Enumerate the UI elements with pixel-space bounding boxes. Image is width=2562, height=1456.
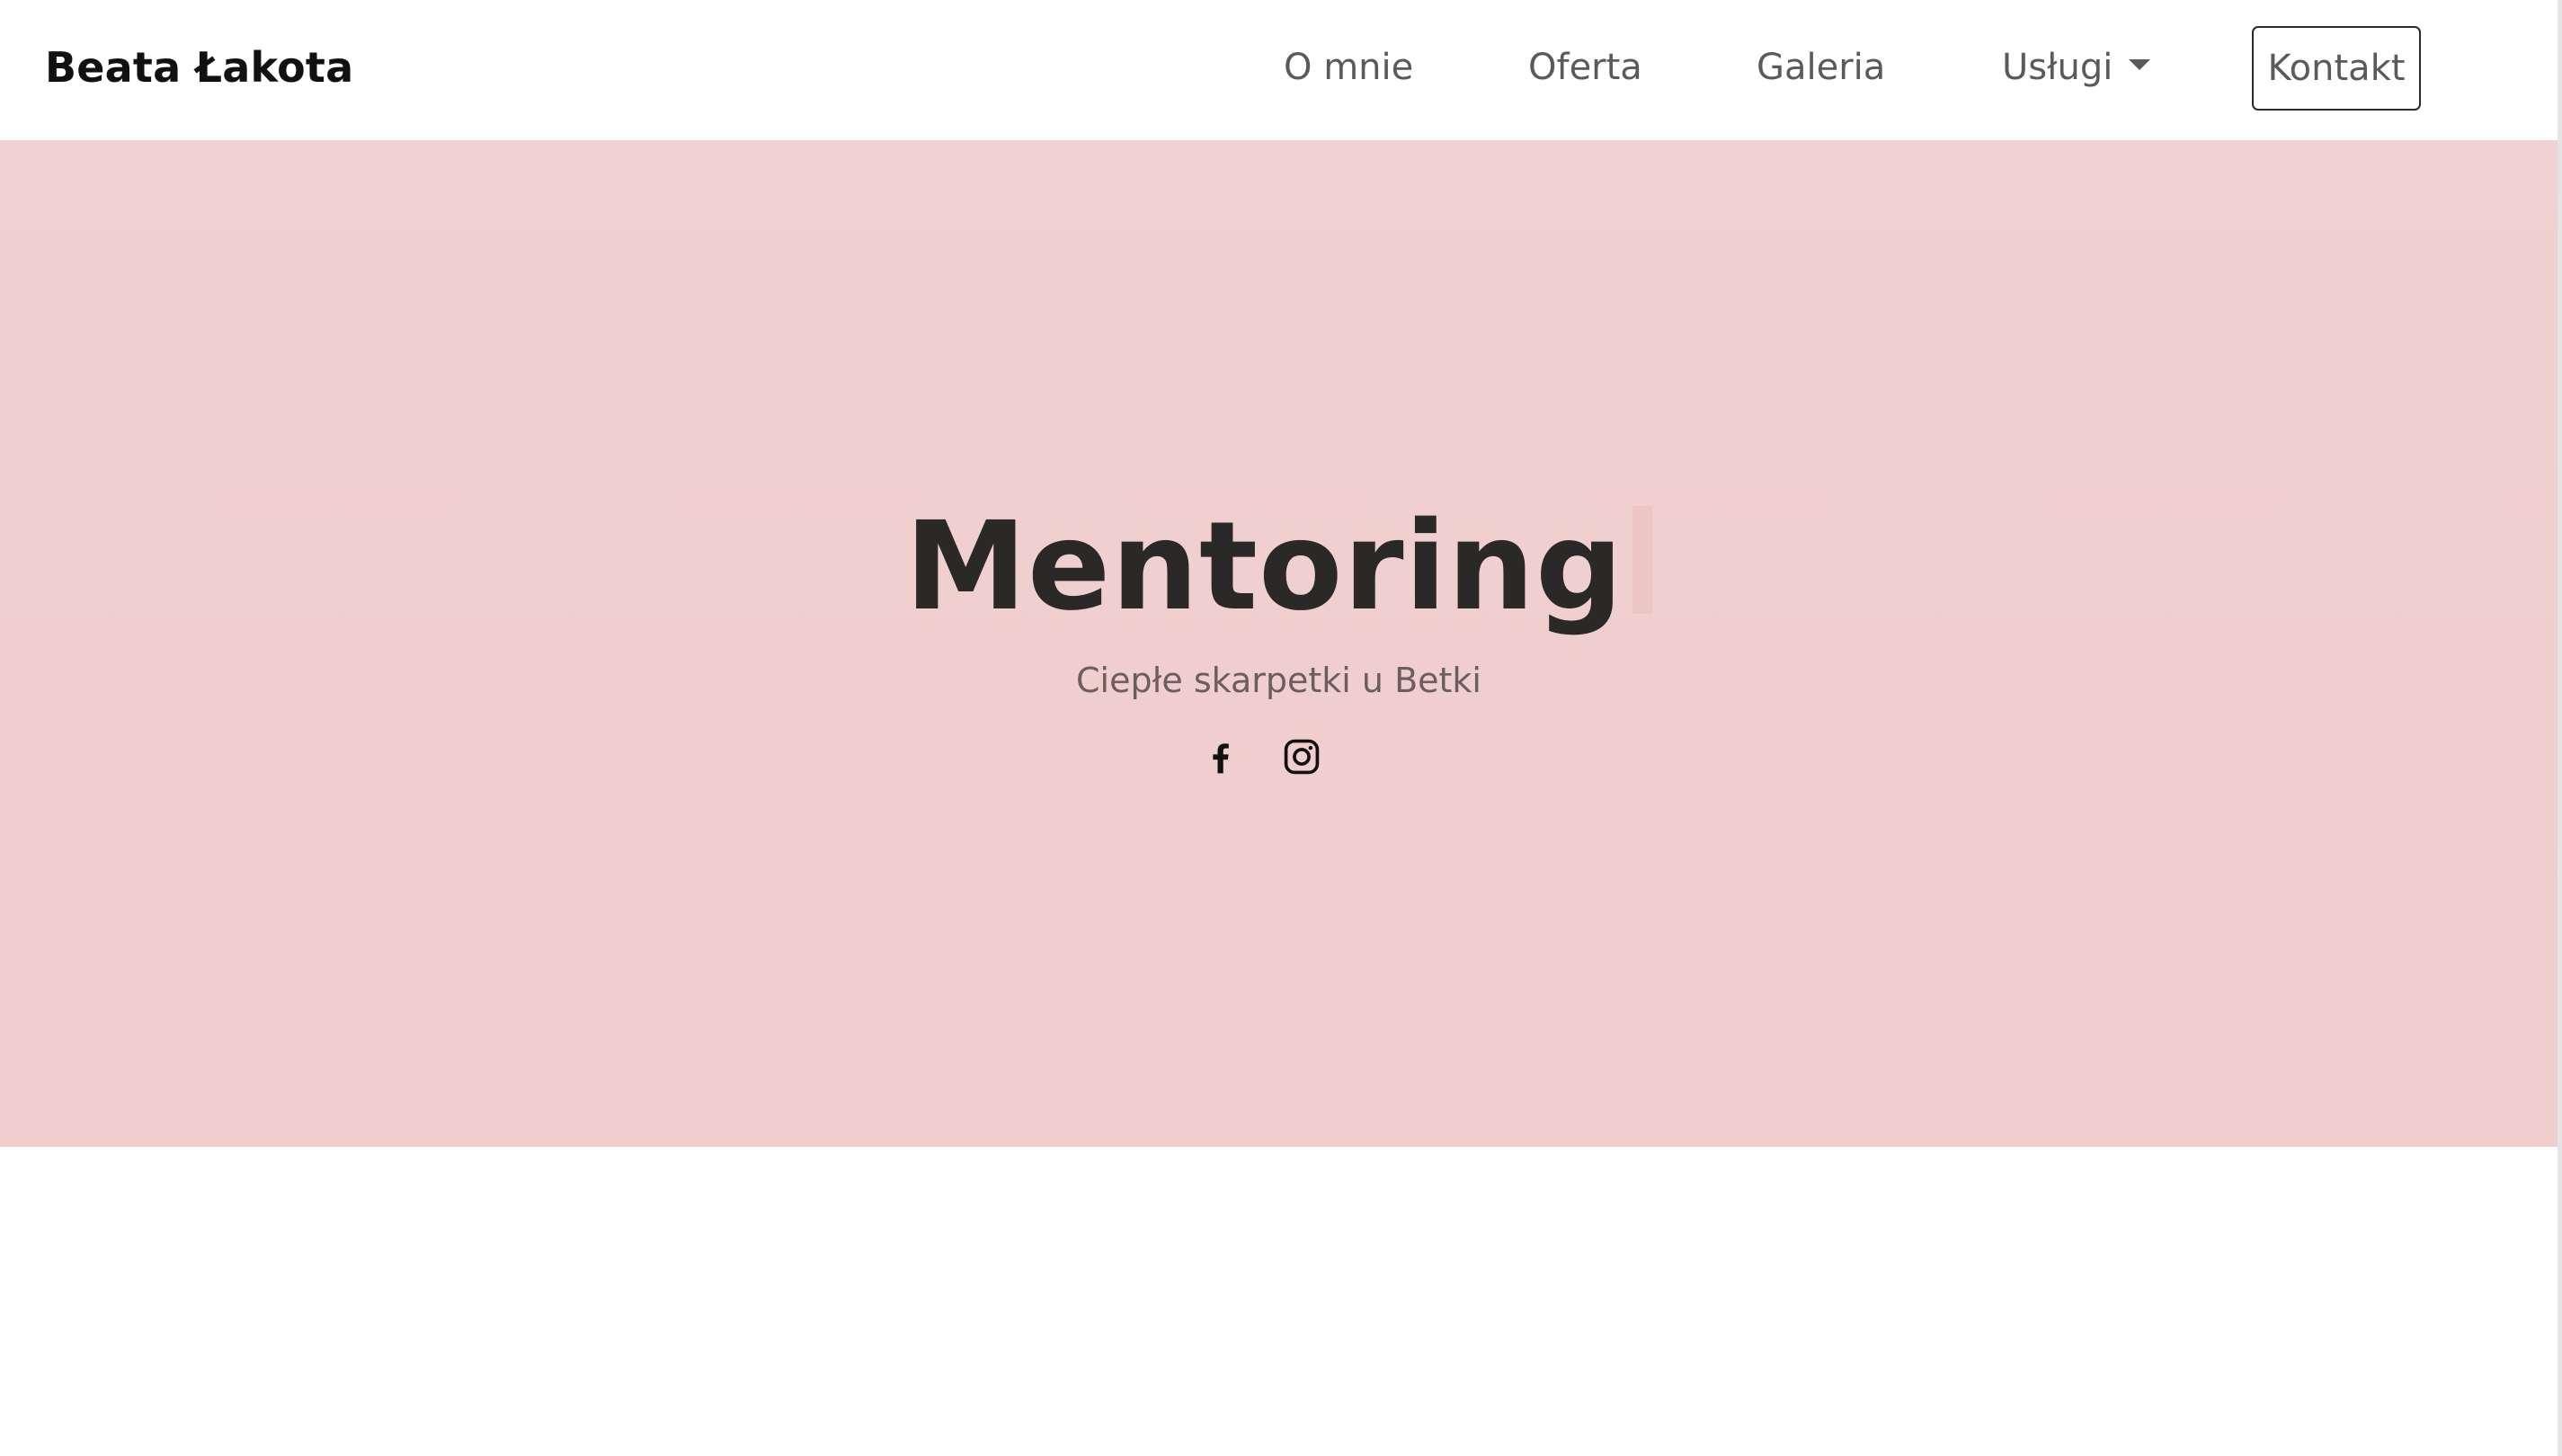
nav-dropdown-uslugi[interactable]: Usługi: [2002, 36, 2113, 99]
brand-logo[interactable]: Beata Łakota: [45, 36, 353, 99]
scrollbar-track[interactable]: [2558, 0, 2562, 1456]
hero-title-wrap: Mentoring: [0, 500, 2558, 635]
hero-title: Mentoring: [904, 496, 1624, 638]
nav-link-o-mnie[interactable]: O mnie: [1284, 36, 1413, 99]
chevron-down-icon[interactable]: [2129, 59, 2150, 70]
typing-cursor: [1632, 506, 1653, 614]
facebook-icon[interactable]: [1201, 737, 1241, 777]
navbar: Beata Łakota O mnie Oferta Galeria Usług…: [0, 0, 2558, 140]
contact-button[interactable]: Kontakt: [2252, 26, 2421, 111]
page: Beata Łakota O mnie Oferta Galeria Usług…: [0, 0, 2562, 1456]
nav-link-oferta[interactable]: Oferta: [1528, 36, 1642, 99]
hero-section: Mentoring Ciepłe skarpetki u Betki: [0, 140, 2558, 1147]
instagram-icon[interactable]: [1282, 737, 1321, 777]
nav-link-galeria[interactable]: Galeria: [1757, 36, 1885, 99]
hero-subtitle: Ciepłe skarpetki u Betki: [1075, 661, 1481, 700]
